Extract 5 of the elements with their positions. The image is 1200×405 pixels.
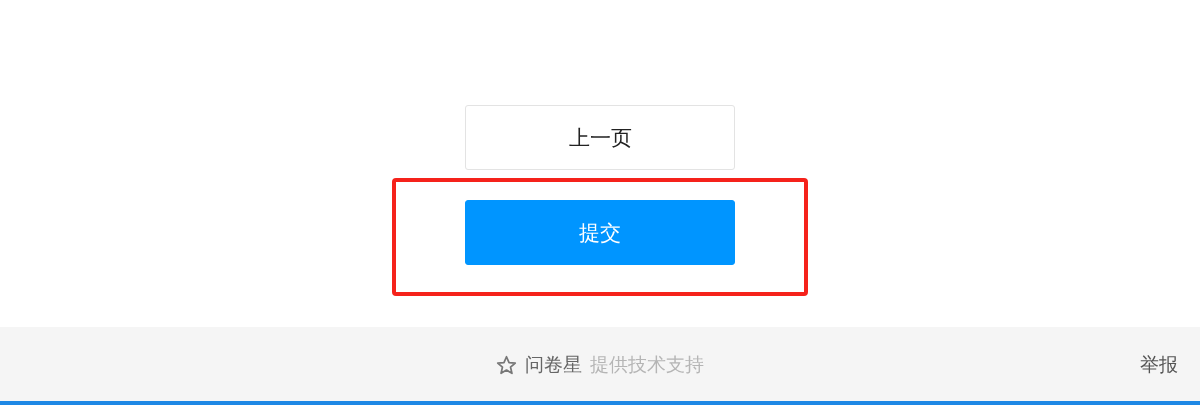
star-icon bbox=[496, 354, 517, 376]
tagline: 提供技术支持 bbox=[590, 353, 704, 377]
brand-name: 问卷星 bbox=[525, 353, 582, 377]
report-link[interactable]: 举报 bbox=[1140, 351, 1178, 380]
previous-page-button[interactable]: 上一页 bbox=[465, 105, 735, 170]
